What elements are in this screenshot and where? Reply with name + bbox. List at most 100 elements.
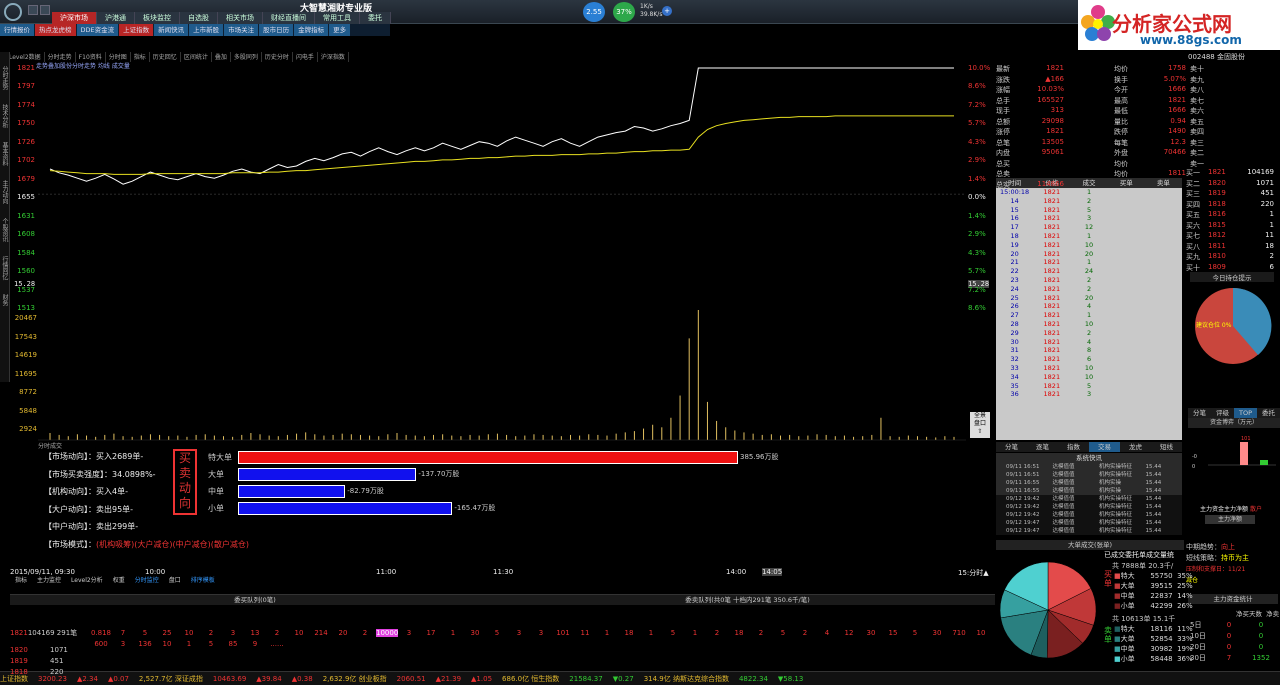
news-item[interactable]: 09/11 16:51 达模值值 机构实操特征 15.44 [996, 471, 1182, 479]
table-row[interactable]: 18 1821 1 [996, 232, 1182, 241]
order-book-row[interactable]: 买八 1811 18 [1186, 242, 1280, 253]
table-row[interactable]: 30 1821 4 [996, 338, 1182, 347]
table-row[interactable]: 25 1821 20 [996, 294, 1182, 303]
back-button[interactable] [40, 5, 50, 15]
news-item[interactable]: 09/12 19:42 达模值值 机构实操特征 15.44 [996, 503, 1182, 511]
secondary-menu-item[interactable]: 上证指数 [119, 24, 154, 36]
chart-toolbar-item[interactable]: 历史分时 [262, 52, 293, 62]
app-logo-icon[interactable] [4, 3, 22, 21]
indicator-circle-1[interactable]: 2.55 [583, 2, 605, 22]
order-book-row[interactable]: 买五 1816 1 [1186, 210, 1280, 221]
trade-tab[interactable]: 龙虎 [1120, 442, 1151, 452]
secondary-menu-item[interactable]: 上市新股 [189, 24, 224, 36]
order-tape[interactable]: 委买队列(0笔) 委卖队列(共0笔 十档内291笔 350.6千/笔) 1821… [10, 594, 995, 666]
panel-toggle-button[interactable]: 全景 盘口 ⇧ [970, 412, 990, 438]
table-row[interactable]: 34 1821 10 [996, 373, 1182, 382]
table-row[interactable]: 20 1821 20 [996, 250, 1182, 259]
table-row[interactable]: 28 1821 10 [996, 320, 1182, 329]
trades-table[interactable]: 时间 价格 成交 买单 卖单 15:00:18 1821 1 14 1821 2 15 1821 5 16… [996, 178, 1182, 440]
right-tab[interactable]: 评级 [1211, 408, 1234, 418]
secondary-menu-item[interactable]: 热点龙虎榜 [35, 24, 76, 36]
table-row[interactable]: 35 1821 5 [996, 382, 1182, 391]
bottom-tab[interactable]: 盘口 [164, 576, 186, 585]
table-row[interactable]: 15:00:18 1821 1 [996, 188, 1182, 197]
news-item[interactable]: 09/12 19:42 达模值值 机构实操特征 15.44 [996, 495, 1182, 503]
right-tab[interactable]: 委托 [1257, 408, 1280, 418]
chart-toolbar-item[interactable]: 闪电手 [293, 52, 318, 62]
table-row[interactable]: 23 1821 2 [996, 276, 1182, 285]
order-book-row[interactable]: 买三 1819 451 [1186, 189, 1280, 200]
right-tab[interactable]: TOP [1234, 408, 1257, 418]
secondary-menu-item[interactable]: 股市日历 [259, 24, 294, 36]
table-row[interactable]: 31 1821 8 [996, 346, 1182, 355]
top-tab[interactable]: 常用工具 [315, 12, 360, 24]
order-book-row[interactable]: 买九 1810 2 [1186, 252, 1280, 263]
chart-toolbar-item[interactable]: 叠加 [212, 52, 231, 62]
trade-tab[interactable]: 分笔 [996, 442, 1027, 452]
top-tab[interactable]: 财经直播间 [263, 12, 315, 24]
bottom-tab[interactable]: 主力监控 [32, 576, 66, 585]
news-cell: 机构实操特征 [1099, 528, 1133, 534]
chart-toolbar-item[interactable]: 多股同列 [231, 52, 262, 62]
chart-toolbar-item[interactable]: 历史回忆 [150, 52, 181, 62]
order-book-row[interactable]: 买二 1820 1071 [1186, 179, 1280, 190]
news-item[interactable]: 09/12 19:47 达模值值 机构实操特征 15.44 [996, 519, 1182, 527]
news-item[interactable]: 09/12 19:42 达模值值 机构实操特征 15.44 [996, 511, 1182, 519]
top-tab[interactable]: 沪深市场 [52, 12, 97, 24]
top-tab[interactable]: 板块监控 [135, 12, 180, 24]
trade-tab[interactable]: 短线 [1151, 442, 1182, 452]
table-row[interactable]: 22 1821 24 [996, 267, 1182, 276]
main-net-button[interactable]: 主力净额 [1205, 515, 1255, 524]
bottom-tab[interactable]: 指标 [10, 576, 32, 585]
bottom-tab[interactable]: 分时监控 [130, 576, 164, 585]
table-row[interactable]: 21 1821 1 [996, 258, 1182, 267]
secondary-menu-item[interactable]: 金牌指标 [294, 24, 329, 36]
trade-tab[interactable]: 交易 [1089, 442, 1120, 452]
table-row[interactable]: 29 1821 2 [996, 329, 1182, 338]
top-tab[interactable]: 自选股 [180, 12, 218, 24]
news-item[interactable]: 09/12 19:47 达模值值 机构实操特征 15.44 [996, 527, 1182, 535]
bottom-tab[interactable]: 权重 [108, 576, 130, 585]
table-row[interactable]: 24 1821 2 [996, 285, 1182, 294]
table-row[interactable]: 14 1821 2 [996, 197, 1182, 206]
table-row[interactable]: 15 1821 5 [996, 206, 1182, 215]
menu-button[interactable] [28, 5, 38, 15]
order-book-row[interactable]: 买四 1818 220 [1186, 200, 1280, 211]
order-book-row[interactable]: 买七 1812 11 [1186, 231, 1280, 242]
table-row[interactable]: 33 1821 10 [996, 364, 1182, 373]
bottom-tab[interactable]: 排序模板 [186, 576, 220, 585]
news-item[interactable]: 09/11 16:55 达模值值 机构实操 15.44 [996, 487, 1182, 495]
secondary-menu-item[interactable]: 行情报价 [0, 24, 34, 36]
secondary-menu-item[interactable]: 新闻快讯 [154, 24, 189, 36]
table-row[interactable]: 19 1821 10 [996, 241, 1182, 250]
secondary-menu-item[interactable]: 更多 [329, 24, 351, 36]
table-row[interactable]: 26 1821 4 [996, 302, 1182, 311]
chart-toolbar-item[interactable]: 指标 [131, 52, 150, 62]
intraday-chart[interactable] [38, 62, 966, 442]
news-item[interactable]: 09/11 16:51 达模值值 机构实操特征 15.44 [996, 463, 1182, 471]
news-list[interactable]: 09/11 16:51 达模值值 机构实操特征 15.44 09/11 16:51 达模值… [996, 463, 1182, 535]
days-row: 20日 0 0 [1190, 642, 1278, 653]
pie2-sell-label: 卖单 [1104, 626, 1112, 644]
chart-toolbar-item[interactable]: 区间统计 [181, 52, 212, 62]
bottom-tab[interactable]: Level2分析 [66, 576, 108, 585]
indicator-circle-2[interactable]: 37% [613, 2, 635, 22]
top-tab[interactable]: 委托 [360, 12, 391, 24]
table-row[interactable]: 32 1821 6 [996, 355, 1182, 364]
order-book-row[interactable]: 买一 1821 104169 [1186, 168, 1280, 179]
top-tab[interactable]: 沪港通 [97, 12, 135, 24]
table-row[interactable]: 16 1821 3 [996, 214, 1182, 223]
right-tab[interactable]: 分笔 [1188, 408, 1211, 418]
table-row[interactable]: 27 1821 1 [996, 311, 1182, 320]
table-row[interactable]: 36 1821 3 [996, 390, 1182, 399]
news-item[interactable]: 09/11 16:55 达模值值 机构实操 15.44 [996, 479, 1182, 487]
chart-toolbar-item[interactable]: 沪深指数 [318, 52, 349, 62]
trade-tab[interactable]: 逐笔 [1027, 442, 1058, 452]
order-book-row[interactable]: 买六 1815 1 [1186, 221, 1280, 232]
trade-tab[interactable]: 指数 [1058, 442, 1089, 452]
secondary-menu-item[interactable]: 市场关注 [224, 24, 259, 36]
secondary-menu-item[interactable]: DDE资金流 [76, 24, 119, 36]
table-row[interactable]: 17 1821 12 [996, 223, 1182, 232]
top-tab[interactable]: 相关市场 [218, 12, 263, 24]
plus-icon[interactable]: + [662, 6, 672, 16]
